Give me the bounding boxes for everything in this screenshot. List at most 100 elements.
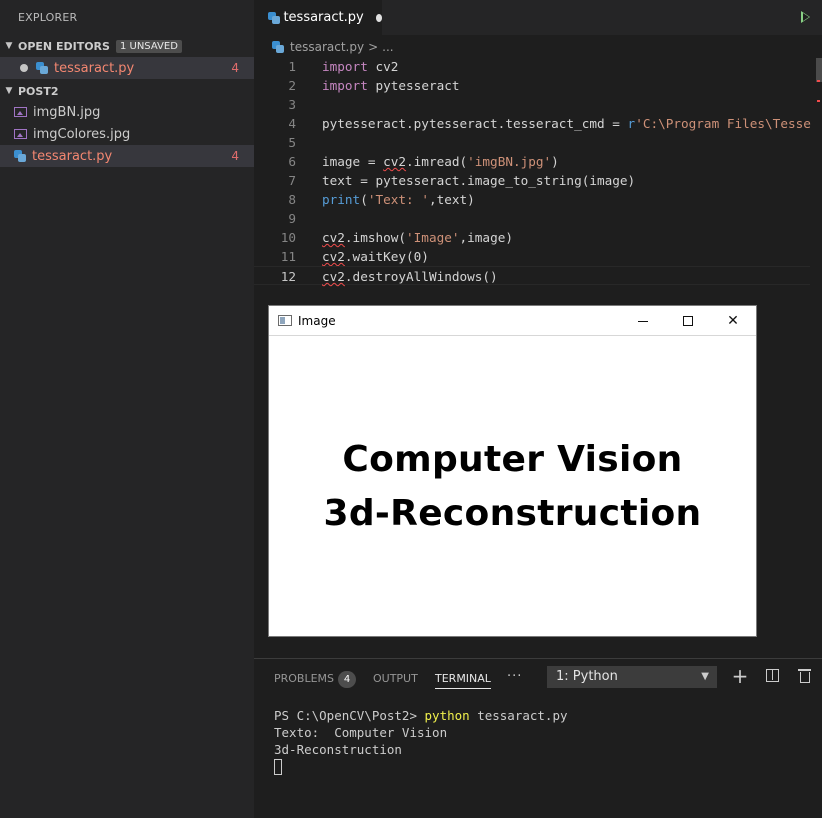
tab-problems[interactable]: PROBLEMS 4	[274, 669, 357, 689]
line-number: 10	[280, 230, 296, 245]
breadcrumb-file[interactable]: tessaract.py	[290, 40, 364, 54]
file-item-label: imgColores.jpg	[33, 126, 131, 142]
open-editors-header[interactable]: ▼ OPEN EDITORS 1 UNSAVED	[0, 35, 254, 57]
open-editors-label: OPEN EDITORS	[18, 39, 110, 53]
editor-scrollbar[interactable]	[816, 58, 822, 82]
chevron-down-icon: ▼	[701, 671, 709, 682]
code-text: .imshow(	[344, 230, 407, 245]
string-literal: 'Text: '	[367, 192, 429, 207]
line-number: 7	[288, 173, 296, 188]
code-text: pytesseract.pytesseract.tesseract_cmd =	[322, 116, 628, 131]
code-line: 6 image = cv2.imread('imgBN.jpg')	[254, 152, 810, 171]
chevron-down-icon: ▼	[5, 86, 13, 96]
terminal-select[interactable]: 1: Python ▼	[547, 666, 717, 688]
terminal-line: PS C:\OpenCV\Post2> python tessaract.py	[274, 707, 568, 724]
editor-tab-bar: tessaract.py	[254, 0, 822, 35]
close-button[interactable]: ✕	[710, 306, 756, 336]
code-text-error: cv2	[383, 154, 407, 169]
open-editor-item-tessaract[interactable]: tessaract.py 4	[0, 57, 254, 79]
unsaved-dot-icon[interactable]	[20, 64, 28, 72]
code-text-error: cv2	[322, 230, 345, 245]
terminal-command: python	[424, 708, 470, 723]
run-icon[interactable]	[801, 11, 810, 23]
code-line-current: 12 cv2.destroyAllWindows()	[254, 266, 810, 285]
python-file-icon	[36, 62, 48, 74]
trash-icon[interactable]	[798, 669, 811, 683]
code-line: 2 import pytesseract	[254, 76, 810, 95]
tab-terminal-label: TERMINAL	[435, 672, 491, 685]
bottom-panel: PROBLEMS 4 OUTPUT TERMINAL ··· 1: Python …	[254, 658, 822, 818]
tab-tessaract[interactable]: tessaract.py	[254, 0, 382, 35]
file-item-imgbn[interactable]: imgBN.jpg	[0, 101, 254, 123]
tab-output[interactable]: OUTPUT	[373, 669, 418, 689]
maximize-icon	[683, 316, 693, 326]
code-text: pytesseract	[367, 78, 460, 93]
line-number: 6	[288, 154, 296, 169]
folder-header-post2[interactable]: ▼ POST2	[0, 80, 254, 102]
builtin-function: print	[322, 192, 361, 207]
line-number: 4	[288, 116, 296, 131]
python-file-icon	[272, 41, 284, 53]
line-number: 2	[288, 78, 296, 93]
image-text-line-2: 3d-Reconstruction	[323, 492, 702, 534]
code-line: 3	[254, 95, 810, 114]
image-file-icon	[14, 129, 27, 139]
more-actions-icon[interactable]: ···	[507, 669, 522, 684]
image-window-titlebar[interactable]: Image ✕	[269, 306, 756, 336]
terminal-select-value: 1: Python	[556, 669, 618, 684]
image-canvas: Computer Vision 3d-Reconstruction	[269, 337, 756, 636]
breadcrumb-more[interactable]: ...	[382, 40, 393, 54]
explorer-sidebar: EXPLORER ▼ OPEN EDITORS 1 UNSAVED tessar…	[0, 0, 254, 818]
python-file-icon	[14, 150, 26, 162]
unsaved-dot-icon[interactable]	[375, 13, 382, 22]
image-window[interactable]: Image ✕ Computer Vision 3d-Reconstructio…	[268, 305, 757, 637]
code-line: 1 import cv2	[254, 57, 810, 76]
maximize-button[interactable]	[665, 306, 711, 336]
close-icon: ✕	[727, 313, 739, 329]
string-literal: 'Image'	[406, 230, 460, 245]
tab-label: tessaract.py	[283, 10, 364, 25]
tab-terminal[interactable]: TERMINAL	[435, 669, 491, 689]
folder-label: POST2	[18, 84, 59, 98]
problem-count: 4	[231, 149, 239, 163]
keyword: import	[322, 59, 368, 74]
code-text-error: cv2	[322, 249, 345, 264]
unsaved-badge: 1 UNSAVED	[115, 39, 182, 53]
error-marker	[817, 100, 820, 102]
error-marker	[817, 80, 820, 82]
add-terminal-icon[interactable]: +	[731, 666, 749, 686]
window-app-icon	[278, 315, 292, 326]
chevron-down-icon: ▼	[5, 41, 13, 51]
string-literal: 'imgBN.jpg'	[467, 154, 552, 169]
code-line: 11 cv2.waitKey(0)	[254, 247, 810, 266]
code-line: 7 text = pytesseract.image_to_string(imag…	[254, 171, 810, 190]
split-terminal-icon[interactable]	[766, 669, 779, 682]
minimize-icon	[638, 320, 648, 322]
terminal-prompt: PS C:\OpenCV\Post2>	[274, 708, 425, 723]
code-text: .waitKey(0)	[344, 249, 429, 264]
explorer-title: EXPLORER	[18, 11, 78, 24]
file-item-label: imgBN.jpg	[33, 104, 101, 120]
file-item-tessaract[interactable]: tessaract.py 4	[0, 145, 254, 167]
terminal-cursor[interactable]	[274, 759, 282, 775]
line-number: 8	[288, 192, 296, 207]
code-text: .imread(	[406, 154, 468, 169]
terminal-args: tessaract.py	[469, 708, 568, 723]
code-text-error: cv2	[322, 269, 345, 284]
code-line: 8 print('Text: ',text)	[254, 190, 810, 209]
code-text: (	[360, 192, 368, 207]
string-literal: 'C:\Program Files\Tesse	[635, 116, 811, 131]
code-editor[interactable]: 1 import cv2 2 import pytesseract 3 4 pytes…	[254, 57, 811, 285]
code-line: 5	[254, 133, 810, 152]
code-line: 9	[254, 209, 810, 228]
terminal-output-line: 3d-Reconstruction	[274, 742, 402, 757]
tab-output-label: OUTPUT	[373, 672, 418, 685]
code-text: )	[551, 154, 559, 169]
code-line: 4 pytesseract.pytesseract.tesseract_cmd =…	[254, 114, 811, 133]
image-text-line-1: Computer Vision	[342, 438, 683, 480]
code-text: cv2	[367, 59, 399, 74]
file-item-imgcolores[interactable]: imgColores.jpg	[0, 123, 254, 145]
minimize-button[interactable]	[620, 306, 666, 336]
tab-problems-label: PROBLEMS	[274, 672, 335, 685]
image-file-icon	[14, 107, 27, 117]
